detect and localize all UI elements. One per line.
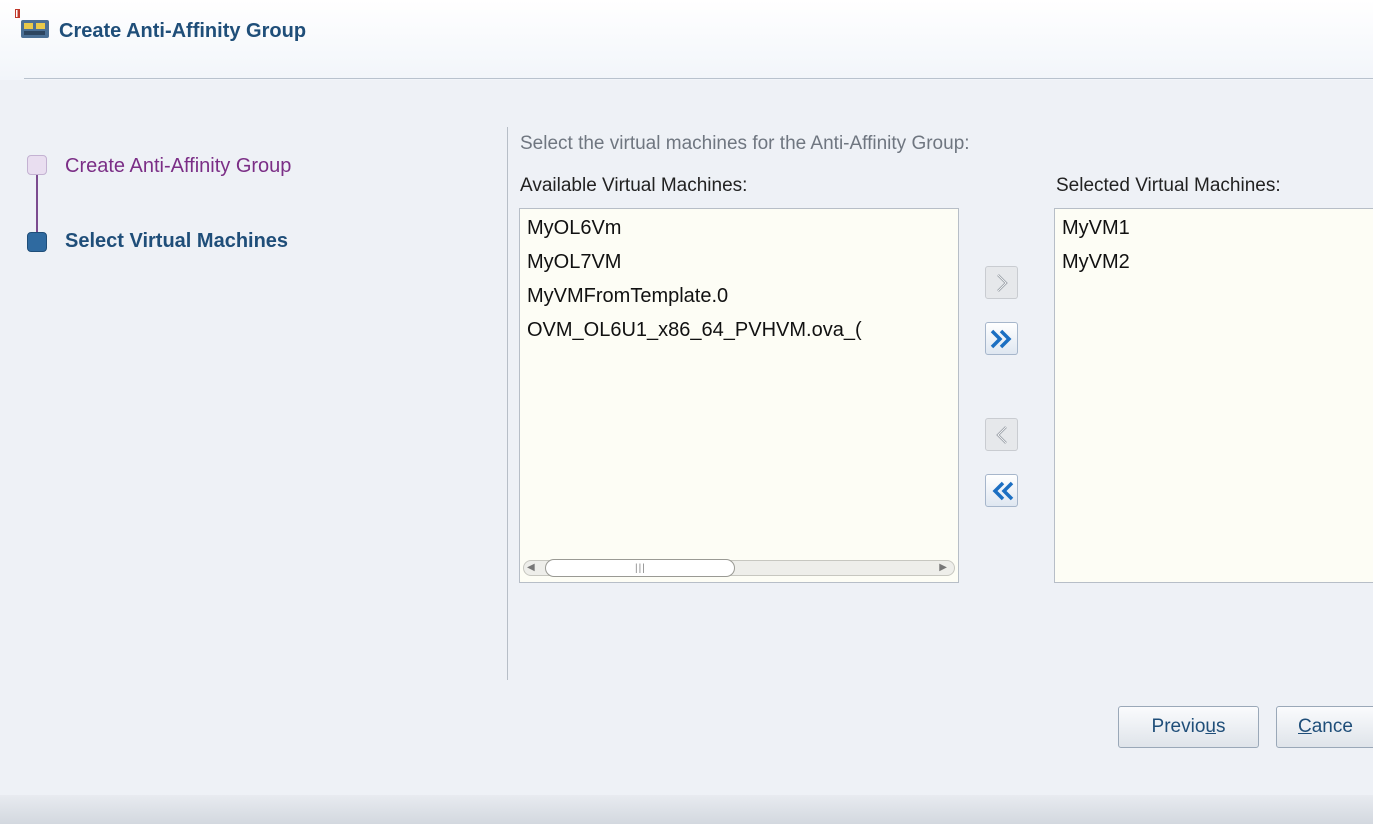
cancel-mnemonic: C	[1298, 716, 1312, 737]
dialog-header: Create Anti-Affinity Group	[0, 0, 1373, 80]
dialog-bottom-band	[0, 795, 1373, 824]
double-chevron-right-icon	[990, 329, 1011, 348]
list-item[interactable]: MyVM1	[1055, 211, 1373, 245]
selected-vms-list[interactable]: MyVM1 MyVM2	[1054, 208, 1373, 583]
chevron-left-icon	[995, 425, 1007, 444]
previous-label-part: s	[1215, 716, 1226, 737]
panel-divider	[507, 127, 508, 680]
scroll-right-arrow-icon[interactable]: ▶	[939, 562, 947, 573]
train-step-select-vms: Select Virtual Machines	[65, 230, 289, 252]
horizontal-scrollbar[interactable]: ◀ ▶ |||	[523, 558, 955, 578]
previous-label-part: Previo	[1151, 716, 1206, 737]
available-vms-list[interactable]: MyOL6Vm MyOL7VM MyVMFromTemplate.0 OVM_O…	[519, 208, 959, 583]
wizard-train: Create Anti-Affinity Group Select Virtua…	[27, 150, 477, 270]
scrollbar-thumb[interactable]: |||	[545, 559, 735, 577]
instruction-text: Select the virtual machines for the Anti…	[520, 133, 970, 154]
cancel-button[interactable]: Cance	[1276, 706, 1373, 748]
list-item[interactable]: MyVM2	[1055, 245, 1373, 279]
move-button[interactable]	[985, 266, 1018, 299]
train-step-1-marker[interactable]	[27, 155, 47, 175]
list-item[interactable]: MyVMFromTemplate.0	[520, 279, 958, 313]
scroll-left-arrow-icon[interactable]: ◀	[527, 562, 535, 573]
list-item[interactable]: MyOL6Vm	[520, 211, 958, 245]
grip-icon: |||	[635, 563, 646, 574]
move-all-button[interactable]	[985, 322, 1018, 355]
dialog-title: Create Anti-Affinity Group	[59, 20, 307, 42]
anti-affinity-group-icon	[15, 9, 49, 38]
available-vms-label: Available Virtual Machines:	[520, 175, 748, 196]
cancel-label-part: ance	[1311, 716, 1353, 737]
train-step-2-marker	[27, 232, 47, 252]
chevron-right-icon	[996, 273, 1008, 292]
list-item[interactable]: OVM_OL6U1_x86_64_PVHVM.ova_(	[520, 313, 958, 347]
previous-mnemonic: u	[1205, 716, 1216, 737]
remove-all-button[interactable]	[985, 474, 1018, 507]
train-step-create-group[interactable]: Create Anti-Affinity Group	[65, 155, 291, 178]
previous-button[interactable]: Previo u s	[1118, 706, 1259, 748]
header-divider	[24, 78, 1373, 79]
list-item[interactable]: MyOL7VM	[520, 245, 958, 279]
selected-vms-label: Selected Virtual Machines:	[1056, 175, 1281, 196]
remove-button[interactable]	[985, 418, 1018, 451]
double-chevron-left-icon	[992, 481, 1013, 500]
train-connector	[36, 175, 38, 232]
